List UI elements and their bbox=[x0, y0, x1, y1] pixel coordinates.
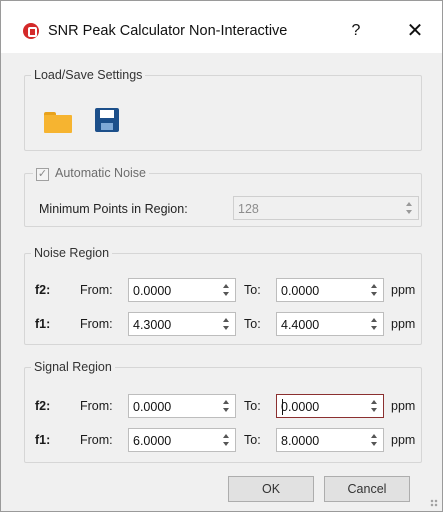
min-points-spin-arrows[interactable] bbox=[402, 198, 416, 218]
save-icon[interactable] bbox=[91, 104, 121, 134]
noise-f1-from-spinbox[interactable]: 4.3000 bbox=[128, 312, 236, 336]
spin-arrows[interactable] bbox=[219, 314, 233, 334]
spin-up-icon[interactable] bbox=[371, 400, 377, 404]
noise-f2-unit: ppm bbox=[391, 283, 416, 297]
resize-grip-icon[interactable] bbox=[430, 499, 438, 507]
signal-f2-from-label: From: bbox=[80, 399, 113, 413]
spin-up-icon[interactable] bbox=[223, 434, 229, 438]
signal-f1-from-value: 6.0000 bbox=[133, 434, 172, 448]
spin-down-icon[interactable] bbox=[371, 292, 377, 296]
noise-f1-from-label: From: bbox=[80, 317, 113, 331]
noise-f1-from-value: 4.3000 bbox=[133, 318, 172, 332]
spin-arrows[interactable] bbox=[219, 430, 233, 450]
noise-f1-to-spinbox[interactable]: 4.4000 bbox=[276, 312, 384, 336]
noise-f2-label: f2: bbox=[35, 283, 51, 297]
spin-up-icon[interactable] bbox=[223, 284, 229, 288]
load-save-group: Load/Save Settings bbox=[24, 67, 422, 151]
noise-f2-to-spinbox[interactable]: 0.0000 bbox=[276, 278, 384, 302]
signal-f1-unit: ppm bbox=[391, 433, 416, 447]
signal-f2-from-spinbox[interactable]: 0.0000 bbox=[128, 394, 236, 418]
spin-up-icon[interactable] bbox=[406, 202, 412, 206]
spin-down-icon[interactable] bbox=[406, 210, 412, 214]
spin-arrows[interactable] bbox=[367, 430, 381, 450]
spin-up-icon[interactable] bbox=[223, 400, 229, 404]
signal-region-group: Signal Region f2: From: 0.0000 To: 0.000… bbox=[24, 359, 422, 463]
text-caret bbox=[282, 399, 283, 415]
spin-arrows[interactable] bbox=[367, 396, 381, 416]
signal-f1-to-spinbox[interactable]: 8.0000 bbox=[276, 428, 384, 452]
spin-down-icon[interactable] bbox=[371, 442, 377, 446]
ok-button[interactable]: OK bbox=[228, 476, 314, 502]
signal-f2-to-spinbox[interactable]: 0.0000 bbox=[276, 394, 384, 418]
signal-region-legend: Signal Region bbox=[31, 359, 115, 375]
signal-f1-to-value: 8.0000 bbox=[281, 434, 320, 448]
spin-down-icon[interactable] bbox=[223, 292, 229, 296]
signal-f2-to-label: To: bbox=[244, 399, 261, 413]
signal-f2-label: f2: bbox=[35, 399, 51, 413]
min-points-label: Minimum Points in Region: bbox=[39, 202, 188, 216]
noise-f2-to-value: 0.0000 bbox=[281, 284, 320, 298]
min-points-spinbox[interactable]: 128 bbox=[233, 196, 419, 220]
signal-f2-to-value: 0.0000 bbox=[281, 400, 320, 414]
spin-down-icon[interactable] bbox=[371, 408, 377, 412]
noise-f2-from-value: 0.0000 bbox=[133, 284, 172, 298]
automatic-noise-legend: Automatic Noise bbox=[33, 165, 150, 181]
noise-f1-to-value: 4.4000 bbox=[281, 318, 320, 332]
spin-arrows[interactable] bbox=[219, 280, 233, 300]
noise-region-legend: Noise Region bbox=[31, 245, 113, 261]
noise-f1-to-label: To: bbox=[244, 317, 261, 331]
noise-f1-unit: ppm bbox=[391, 317, 416, 331]
help-button[interactable]: ? bbox=[342, 19, 370, 43]
app-icon bbox=[23, 23, 39, 39]
signal-f1-from-label: From: bbox=[80, 433, 113, 447]
signal-f1-to-label: To: bbox=[244, 433, 261, 447]
load-save-legend: Load/Save Settings bbox=[31, 67, 146, 83]
spin-down-icon[interactable] bbox=[371, 326, 377, 330]
check-mark-icon: ✓ bbox=[37, 168, 48, 180]
spin-up-icon[interactable] bbox=[371, 434, 377, 438]
spin-down-icon[interactable] bbox=[223, 408, 229, 412]
title-bar[interactable]: SNR Peak Calculator Non-Interactive ? ✕ bbox=[1, 1, 442, 53]
noise-f2-from-spinbox[interactable]: 0.0000 bbox=[128, 278, 236, 302]
signal-f1-from-spinbox[interactable]: 6.0000 bbox=[128, 428, 236, 452]
automatic-noise-group: Automatic Noise ✓ Minimum Points in Regi… bbox=[24, 165, 422, 227]
signal-f2-unit: ppm bbox=[391, 399, 416, 413]
noise-f2-to-label: To: bbox=[244, 283, 261, 297]
window-title: SNR Peak Calculator Non-Interactive bbox=[48, 23, 288, 39]
min-points-value: 128 bbox=[238, 202, 259, 216]
folder-open-icon[interactable] bbox=[42, 106, 72, 136]
noise-f2-from-label: From: bbox=[80, 283, 113, 297]
close-button[interactable]: ✕ bbox=[401, 17, 429, 45]
spin-up-icon[interactable] bbox=[223, 318, 229, 322]
spin-up-icon[interactable] bbox=[371, 318, 377, 322]
spin-down-icon[interactable] bbox=[223, 326, 229, 330]
dialog-window: SNR Peak Calculator Non-Interactive ? ✕ … bbox=[0, 0, 443, 512]
noise-f1-label: f1: bbox=[35, 317, 51, 331]
automatic-noise-checkbox[interactable]: ✓ bbox=[36, 168, 49, 181]
spin-arrows[interactable] bbox=[367, 314, 381, 334]
spin-up-icon[interactable] bbox=[371, 284, 377, 288]
spin-arrows[interactable] bbox=[367, 280, 381, 300]
spin-down-icon[interactable] bbox=[223, 442, 229, 446]
signal-f2-from-value: 0.0000 bbox=[133, 400, 172, 414]
automatic-noise-label: Automatic Noise bbox=[55, 166, 147, 180]
spin-arrows[interactable] bbox=[219, 396, 233, 416]
noise-region-group: Noise Region f2: From: 0.0000 To: 0.0000… bbox=[24, 245, 422, 345]
signal-f1-label: f1: bbox=[35, 433, 51, 447]
cancel-button[interactable]: Cancel bbox=[324, 476, 410, 502]
